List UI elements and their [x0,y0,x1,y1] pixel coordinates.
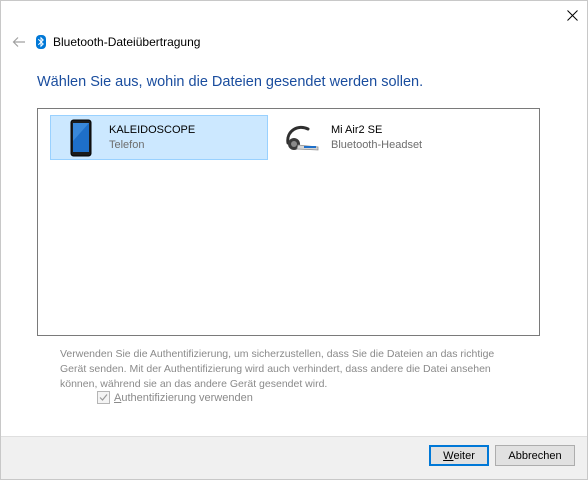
back-button[interactable] [10,33,28,51]
close-button[interactable] [557,1,587,29]
device-item-mi-air2-se[interactable]: Mi Air2 SE Bluetooth-Headset [272,115,502,160]
close-icon [566,9,578,21]
bluetooth-icon [36,35,48,49]
authentication-checkbox-row[interactable]: Authentifizierung verwenden [97,391,253,404]
phone-icon [61,118,101,158]
headset-icon [283,118,323,158]
dialog-footer: Weiter Abbrechen [1,436,587,479]
bluetooth-transfer-dialog: Bluetooth-Dateiübertragung Wählen Sie au… [0,0,588,480]
device-type: Telefon [109,138,145,151]
device-type: Bluetooth-Headset [331,138,423,151]
dialog-header: Bluetooth-Dateiübertragung [10,31,200,53]
mnemonic-letter: W [443,449,454,462]
instruction-heading: Wählen Sie aus, wohin die Dateien gesend… [37,74,424,90]
device-name: Mi Air2 SE [331,123,383,136]
button-label-rest: eiter [453,449,475,462]
label-rest: uthentifizierung verwenden [121,391,253,404]
next-button[interactable]: Weiter [429,445,489,466]
authentication-description: Verwenden Sie die Authentifizierung, um … [60,348,495,390]
authentication-checkbox[interactable] [97,391,110,404]
device-item-kaleidoscope[interactable]: KALEIDOSCOPE Telefon [50,115,268,160]
device-list[interactable]: KALEIDOSCOPE Telefon Mi Air2 SE Bluetoot… [37,108,540,336]
authentication-checkbox-label: Authentifizierung verwenden [114,392,253,404]
checkmark-icon [99,394,108,401]
window-title: Bluetooth-Dateiübertragung [53,35,201,49]
device-name: KALEIDOSCOPE [109,123,196,136]
cancel-button[interactable]: Abbrechen [495,445,575,466]
back-arrow-icon [12,37,25,47]
